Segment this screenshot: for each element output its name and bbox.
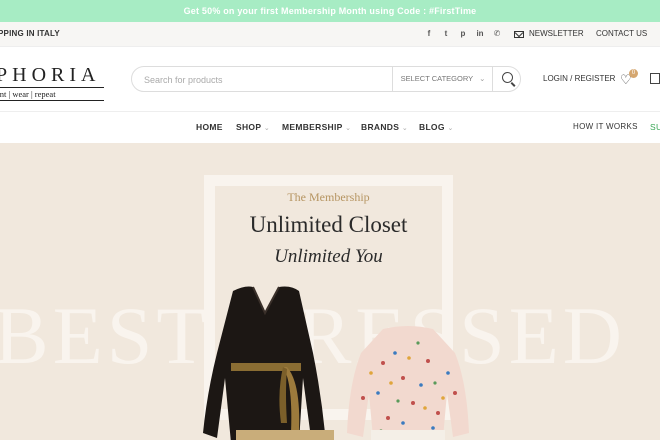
contact-us-link[interactable]: CONTACT US [596, 22, 647, 46]
nav-blog-label: BLOG [419, 122, 445, 132]
chevron-down-icon: ⌄ [263, 125, 270, 132]
linkedin-icon[interactable]: in [475, 28, 485, 39]
nav-blog[interactable]: BLOG ⌄ [419, 112, 454, 144]
nav-shop[interactable]: SHOP ⌄ [236, 112, 270, 144]
category-select[interactable]: SELECT CATEGORY ⌄ [392, 67, 493, 91]
facebook-icon[interactable]: f [424, 28, 434, 39]
chevron-down-icon: ⌄ [479, 74, 486, 83]
shipping-notice: PPING IN ITALY [0, 29, 60, 38]
hero-subtitle: Unlimited You [274, 246, 383, 267]
secondary-button[interactable] [371, 430, 445, 440]
nav-home[interactable]: HOME [196, 112, 223, 142]
chevron-down-icon: ⌄ [401, 125, 409, 132]
search-icon [502, 72, 513, 83]
main-nav: HOME SHOP ⌄ MEMBERSHIP ⌄ BRANDS ⌄ BLOG ⌄… [0, 112, 660, 143]
nav-membership-label: MEMBERSHIP [282, 122, 343, 132]
nav-brands[interactable]: BRANDS ⌄ [361, 112, 408, 144]
search-button[interactable] [492, 67, 522, 91]
how-it-works-link[interactable]: HOW IT WORKS [573, 112, 638, 142]
nav-brands-label: BRANDS [361, 122, 400, 132]
whatsapp-icon[interactable]: ✆ [492, 28, 502, 39]
wishlist-count-badge: 0 [629, 69, 638, 78]
nav-membership[interactable]: MEMBERSHIP ⌄ [282, 112, 351, 144]
promo-banner: Get 50% on your first Membership Month u… [0, 0, 660, 22]
nav-shop-label: SHOP [236, 122, 262, 132]
chevron-down-icon: ⌄ [447, 125, 454, 132]
nav-right-partial[interactable]: SU [650, 112, 660, 142]
site-header: PHORIA ent | wear | repeat SELECT CATEGO… [0, 47, 660, 112]
search-input[interactable] [142, 72, 386, 88]
cart-icon[interactable] [650, 73, 660, 84]
login-register-link[interactable]: LOGIN / REGISTER [543, 47, 615, 111]
search-bar: SELECT CATEGORY ⌄ [131, 66, 521, 92]
logo-name: PHORIA [0, 64, 101, 86]
category-label: SELECT CATEGORY [400, 74, 473, 83]
top-bar: PPING IN ITALY f t p in ✆ NEWSLETTER CON… [0, 22, 660, 47]
social-links: f t p in ✆ [424, 28, 502, 39]
floral-sweater-image [347, 326, 469, 438]
logo-tagline: ent | wear | repeat [0, 87, 104, 101]
twitter-icon[interactable]: t [441, 28, 451, 39]
pinterest-icon[interactable]: p [458, 28, 468, 39]
chevron-down-icon: ⌄ [345, 125, 352, 132]
black-dress-image [203, 286, 325, 440]
newsletter-link[interactable]: NEWSLETTER [514, 22, 584, 46]
hero-title: Unlimited Closet [249, 212, 408, 237]
nav-home-label: HOME [196, 122, 223, 132]
site-logo[interactable]: PHORIA ent | wear | repeat [0, 65, 111, 101]
newsletter-label: NEWSLETTER [529, 29, 584, 38]
hero-eyebrow: The Membership [287, 190, 370, 204]
hero-banner: BEST DRESSED The Membership Unlimited Cl… [0, 143, 660, 440]
shop-button[interactable] [236, 430, 334, 440]
envelope-icon [514, 30, 524, 38]
